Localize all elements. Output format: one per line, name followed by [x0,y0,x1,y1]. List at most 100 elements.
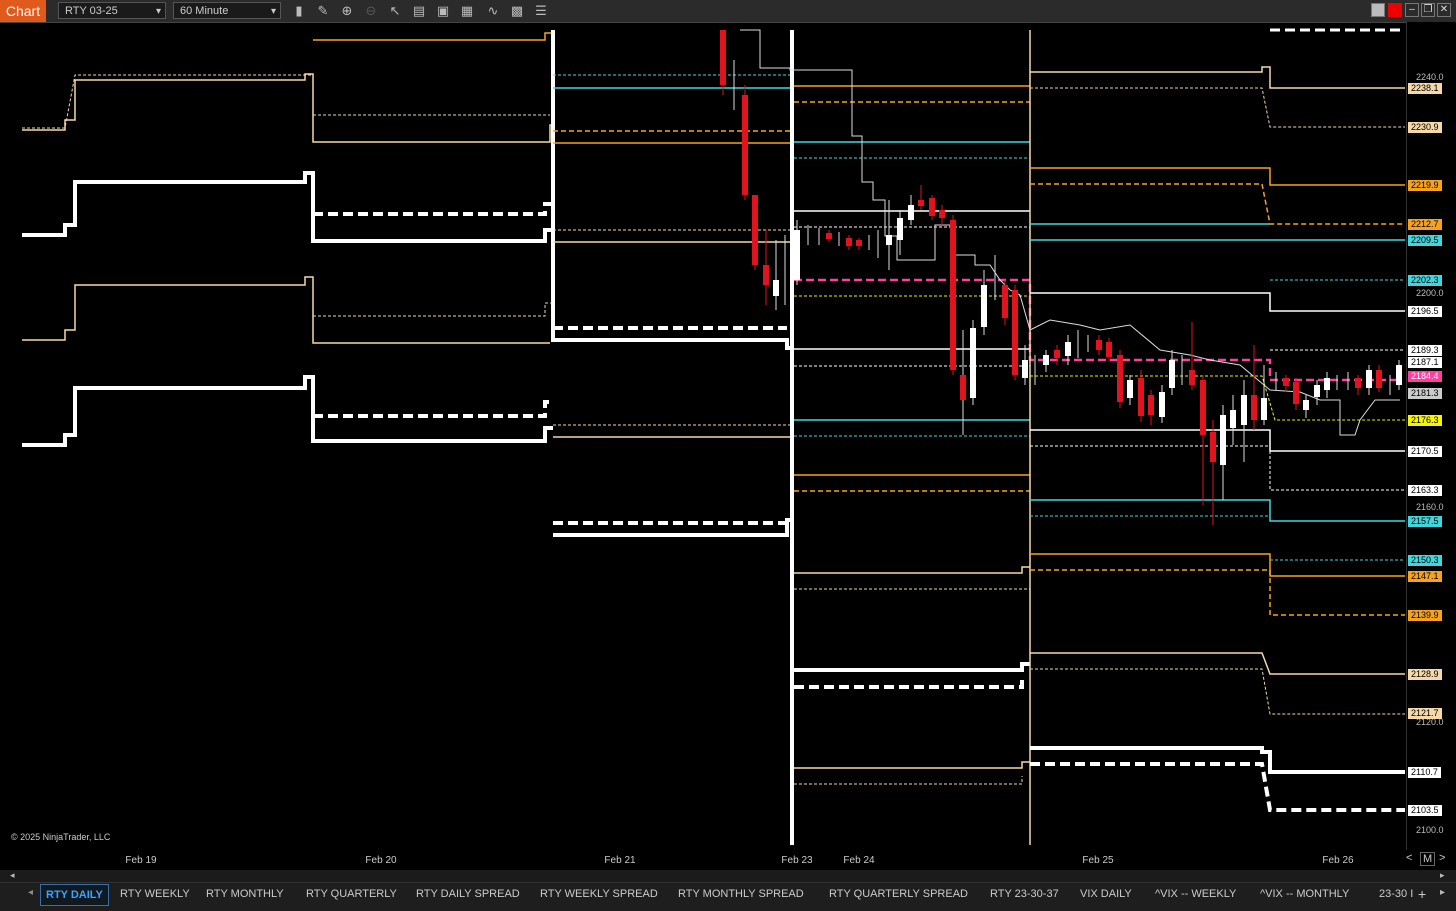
chevron-left-icon[interactable]: ◂ [10,870,15,881]
level-line [313,302,553,317]
interval-value: 60 Minute [180,5,229,17]
price-tick: 2160.0 [1416,502,1444,512]
level-line [794,776,1023,785]
price-label: 2181.3 [1408,388,1442,399]
level-line [794,662,1030,672]
price-label: 2150.3 [1408,555,1442,566]
tab-rty-monthly-spread[interactable]: RTY MONTHLY SPREAD [678,884,804,904]
price-label: 2128.9 [1408,669,1442,680]
time-label: Feb 21 [604,855,636,866]
tab-rty-quarterly[interactable]: RTY QUARTERLY [306,884,397,904]
chevron-down-icon: ▾ [155,6,161,17]
price-label: 2110.7 [1408,767,1441,778]
scroll-left-button[interactable]: < [1406,852,1412,864]
price-label: 2209.5 [1408,235,1442,246]
strategy-icon[interactable]: ▦ [458,2,476,20]
level-line [1030,668,1405,715]
price-label: 2170.5 [1408,446,1442,457]
add-tab-button[interactable]: + [1418,884,1426,904]
close-icon[interactable]: ✕ [1437,3,1451,17]
tab-rty-daily-spread[interactable]: RTY DAILY SPREAD [416,884,520,904]
properties-icon[interactable]: ▣ [434,2,452,20]
level-line [794,278,1400,382]
price-label: 2184.4 [1408,371,1442,382]
data-box-icon[interactable]: ▤ [410,2,428,20]
zoom-in-icon[interactable]: ⊕ [338,2,356,20]
tab-rty-weekly-spread[interactable]: RTY WEEKLY SPREAD [540,884,658,904]
axis-mode-button[interactable]: M [1420,852,1436,866]
level-line [1030,375,1405,421]
chart-tab[interactable]: Chart [0,0,46,22]
level-line [1030,66,1405,89]
level-line [1030,183,1405,225]
level-line [551,30,793,350]
list-icon[interactable]: ☰ [532,2,550,20]
tab-vix-daily[interactable]: VIX DAILY [1080,884,1132,904]
price-label: 2187.1 [1408,357,1442,368]
horizontal-scrollbar[interactable]: ◂ ▸ [0,870,1456,882]
time-label: Feb 26 [1322,855,1354,866]
tab-scroll-left-icon[interactable]: ◂ [28,887,33,898]
price-tick: 2100.0 [1416,825,1444,835]
price-label: 2238.1 [1408,83,1442,94]
instrument-value: RTY 03-25 [65,5,118,17]
time-label: Feb 24 [843,855,875,866]
bar-type-icon[interactable]: ▮ [290,2,308,20]
tab-vix-monthly[interactable]: ^VIX -- MONTHLY [1260,884,1349,904]
level-line [794,566,1030,574]
level-line [794,680,1024,689]
price-label: 2230.9 [1408,122,1442,133]
templates-icon[interactable]: ▩ [508,2,526,20]
tab-vix-weekly[interactable]: ^VIX -- WEEKLY [1155,884,1236,904]
level-line [1030,429,1405,452]
tab-23-30[interactable]: 23-30 I [1379,884,1415,904]
tab-rty-quarterly-spread[interactable]: RTY QUARTERLY SPREAD [829,884,968,904]
level-line [313,202,553,216]
level-line [22,73,553,143]
level-line [1030,499,1405,522]
price-tick: 2200.0 [1416,288,1444,298]
level-line [22,276,550,344]
chevron-right-icon[interactable]: ▸ [1440,870,1445,881]
copyright: © 2025 NinjaTrader, LLC [11,832,111,842]
scroll-right-button[interactable]: > [1439,852,1445,864]
level-line [22,74,550,129]
interval-select[interactable]: 60 Minute ▾ [173,2,281,19]
price-label: 2189.3 [1408,345,1442,356]
minimize-icon[interactable]: – [1405,3,1419,17]
zoom-out-icon[interactable]: ⊖ [362,2,380,20]
time-axis[interactable] [0,850,1456,870]
level-line [313,400,553,418]
tab-rty-23-30-37[interactable]: RTY 23-30-37 [990,884,1059,904]
time-label: Feb 19 [125,855,157,866]
color-icon[interactable] [1388,3,1402,17]
level-line [794,761,1030,769]
tab-rty-daily[interactable]: RTY DAILY [40,884,109,906]
level-line [1030,167,1405,186]
indicators-icon[interactable]: ∿ [484,2,502,20]
pointer-icon[interactable]: ↖ [386,2,404,20]
instrument-select[interactable]: RTY 03-25 ▾ [58,2,166,19]
price-label: 2147.1 [1408,571,1442,582]
level-line [313,32,553,41]
link-icon[interactable] [1371,3,1385,17]
level-line [1030,553,1405,577]
price-label: 2176.3 [1408,415,1442,426]
level-line [1030,746,1405,774]
price-label: 2121.7 [1408,708,1442,719]
price-label: 2212.7 [1408,219,1442,230]
drawing-tool-icon[interactable]: ✎ [314,2,332,20]
price-label: 2157.5 [1408,516,1442,527]
time-label: Feb 25 [1082,855,1114,866]
time-label: Feb 23 [781,855,813,866]
level-line [22,171,553,243]
price-label: 2219.9 [1408,180,1442,191]
time-label: Feb 20 [365,855,397,866]
price-label: 2103.5 [1408,805,1442,816]
price-chart[interactable] [8,27,1406,847]
tab-rty-monthly[interactable]: RTY MONTHLY [206,884,284,904]
tab-rty-weekly[interactable]: RTY WEEKLY [120,884,190,904]
tab-scroll-right-icon[interactable]: ▸ [1440,887,1445,898]
maximize-icon[interactable]: ❐ [1421,3,1435,17]
level-line [1030,87,1405,128]
